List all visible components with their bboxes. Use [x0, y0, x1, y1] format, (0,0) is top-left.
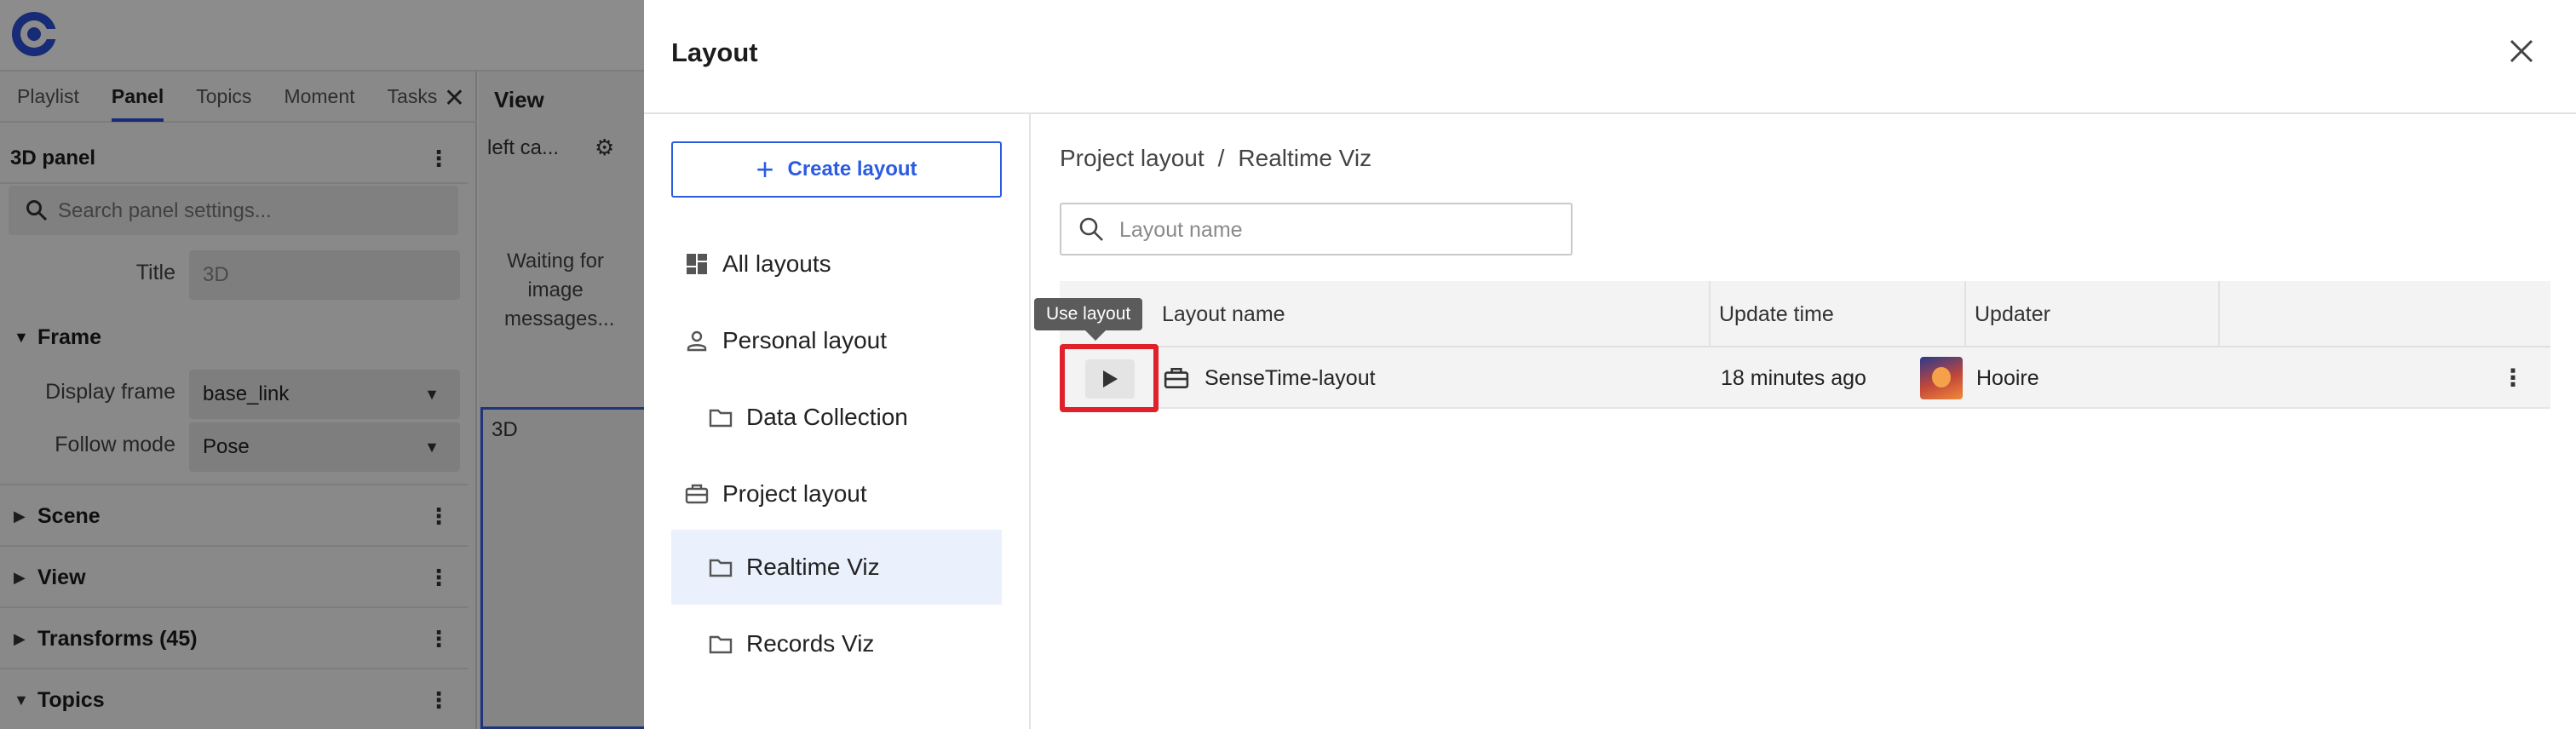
folder-icon — [695, 407, 746, 428]
breadcrumb-current: Realtime Viz — [1238, 145, 1372, 171]
breadcrumb: Project layout / Realtime Viz — [1060, 145, 1371, 172]
avatar — [1920, 357, 1963, 399]
drawer-title: Layout — [671, 37, 758, 67]
nav-realtime-viz[interactable]: Realtime Viz — [671, 530, 1002, 605]
update-time-cell: 18 minutes ago — [1721, 366, 1866, 390]
column-divider — [1709, 281, 1711, 347]
layout-list-area: Project layout / Realtime Viz Layout name … — [1032, 114, 2576, 729]
search-icon — [1079, 217, 1103, 241]
create-layout-button[interactable]: + Create layout — [671, 141, 1002, 198]
folder-icon — [695, 557, 746, 577]
table-header: Layout name Update time Updater — [1060, 281, 2550, 347]
use-layout-highlight — [1060, 344, 1159, 412]
play-icon — [1103, 370, 1118, 387]
nav-data-collection[interactable]: Data Collection — [671, 380, 1002, 455]
person-icon — [671, 330, 722, 352]
updater-cell: Hooire — [1976, 366, 2039, 390]
close-icon[interactable] — [2504, 34, 2539, 68]
plus-icon: + — [756, 152, 774, 187]
nav-project-layout[interactable]: Project layout — [671, 456, 1002, 531]
column-divider — [1964, 281, 1966, 347]
layout-nav: + Create layout All layouts Personal lay… — [644, 114, 1031, 729]
dashboard-icon — [671, 253, 722, 275]
breadcrumb-separator: / — [1217, 145, 1225, 171]
use-layout-tooltip: Use layout — [1034, 298, 1143, 341]
modal-backdrop[interactable] — [0, 0, 647, 729]
nav-label: Personal layout — [722, 327, 888, 353]
nav-label: All layouts — [722, 250, 831, 277]
create-layout-label: Create layout — [787, 158, 917, 181]
layout-name-cell: SenseTime-layout — [1205, 366, 1376, 390]
column-header-update-time[interactable]: Update time — [1719, 281, 1834, 347]
more-vert-icon[interactable]: ⋮ — [2501, 347, 2525, 409]
column-divider — [2218, 281, 2220, 347]
nav-records-viz[interactable]: Records Viz — [671, 606, 1002, 681]
column-header-layout-name[interactable]: Layout name — [1162, 281, 1285, 347]
layout-drawer: Layout + Create layout All layouts Perso… — [644, 0, 2576, 729]
nav-label: Data Collection — [746, 404, 908, 430]
nav-all-layouts[interactable]: All layouts — [671, 227, 1002, 301]
folder-icon — [695, 634, 746, 654]
use-layout-button[interactable] — [1085, 359, 1135, 399]
layout-search-input[interactable]: Layout name — [1060, 203, 1573, 255]
nav-label: Records Viz — [746, 630, 875, 657]
nav-label: Realtime Viz — [746, 554, 880, 580]
table-row[interactable]: SenseTime-layout 18 minutes ago Hooire ⋮ — [1060, 344, 2550, 412]
nav-personal-layout[interactable]: Personal layout — [671, 303, 1002, 378]
breadcrumb-item[interactable]: Project layout — [1060, 145, 1205, 171]
search-placeholder: Layout name — [1119, 218, 1243, 242]
nav-label: Project layout — [722, 480, 867, 507]
column-header-updater[interactable]: Updater — [1975, 281, 2050, 347]
briefcase-icon — [671, 483, 722, 505]
briefcase-icon — [1164, 368, 1189, 388]
